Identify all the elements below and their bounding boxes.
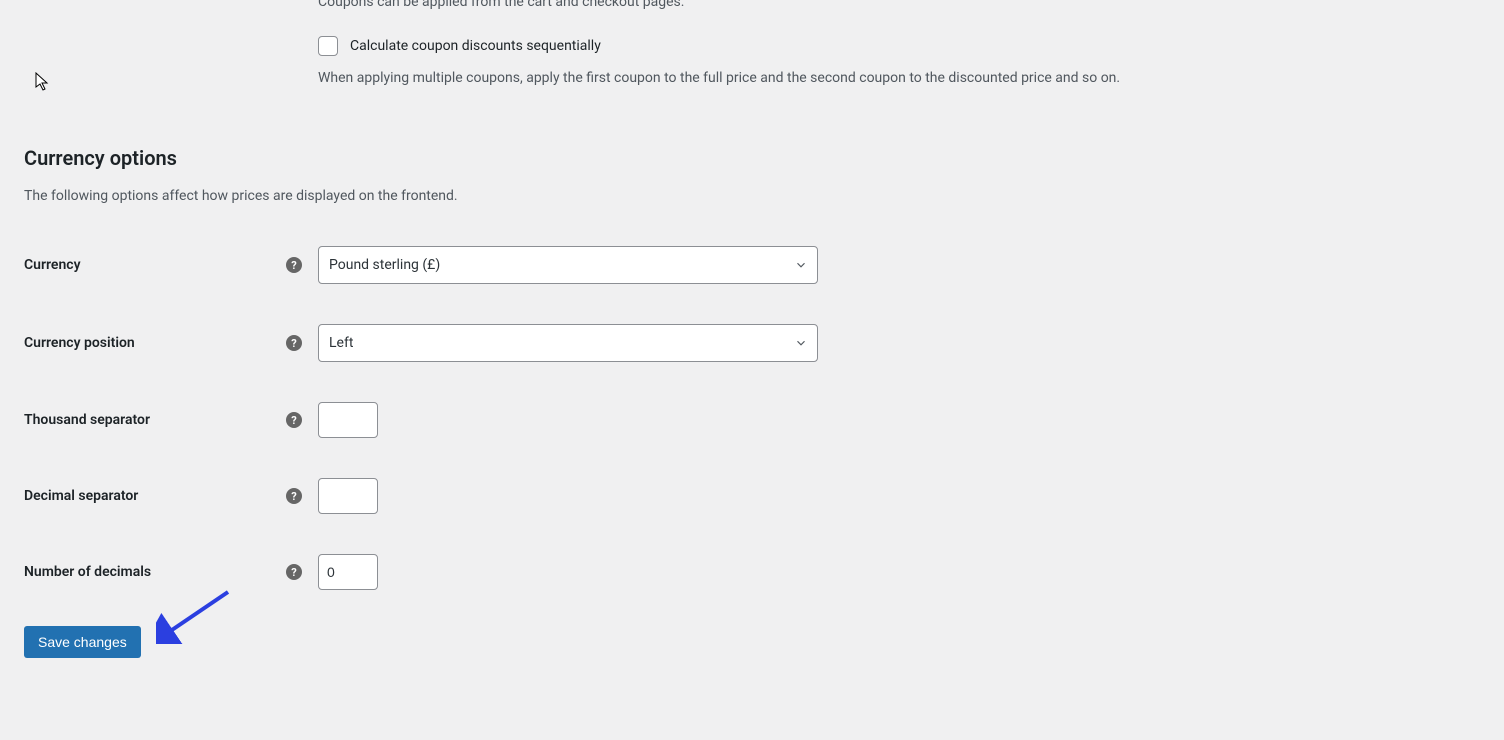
help-icon[interactable]: ?	[286, 564, 302, 580]
number-of-decimals-label: Number of decimals	[24, 564, 286, 580]
currency-position-label: Currency position	[24, 335, 286, 351]
currency-select[interactable]: Pound sterling (£)	[318, 246, 818, 284]
decimal-separator-input[interactable]	[318, 478, 378, 514]
sequential-discounts-desc: When applying multiple coupons, apply th…	[318, 70, 1480, 86]
sequential-discounts-label[interactable]: Calculate coupon discounts sequentially	[350, 38, 601, 54]
help-icon[interactable]: ?	[286, 257, 302, 273]
number-of-decimals-input[interactable]	[318, 554, 378, 590]
thousand-separator-label: Thousand separator	[24, 412, 286, 428]
help-icon[interactable]: ?	[286, 335, 302, 351]
coupon-desc-truncated: Coupons can be applied from the cart and…	[318, 0, 1480, 10]
sequential-discounts-checkbox[interactable]	[318, 36, 338, 56]
help-icon[interactable]: ?	[286, 412, 302, 428]
currency-position-select[interactable]: Left	[318, 324, 818, 362]
currency-label: Currency	[24, 257, 286, 273]
thousand-separator-input[interactable]	[318, 402, 378, 438]
currency-options-desc: The following options affect how prices …	[24, 188, 1480, 204]
currency-options-title: Currency options	[24, 146, 1480, 170]
decimal-separator-label: Decimal separator	[24, 488, 286, 504]
help-icon[interactable]: ?	[286, 488, 302, 504]
save-changes-button[interactable]: Save changes	[24, 626, 141, 658]
